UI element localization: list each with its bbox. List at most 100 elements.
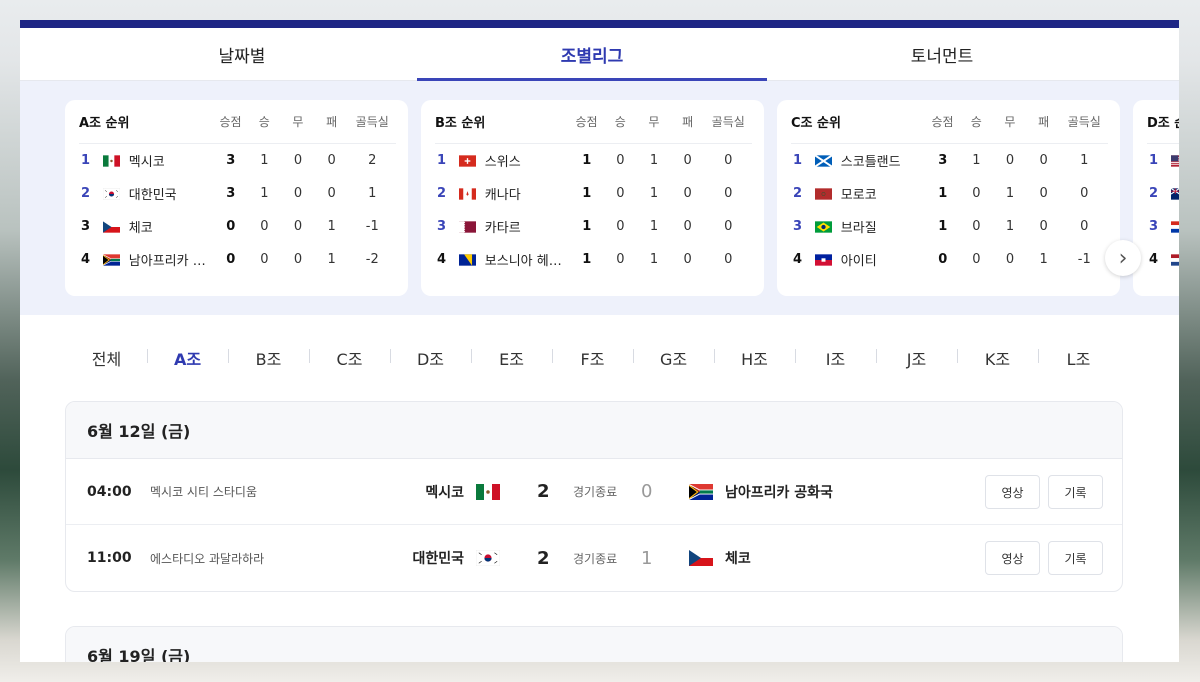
group-filter-item[interactable]: H조 bbox=[714, 346, 795, 370]
team-losses: 0 bbox=[327, 153, 336, 168]
tab-tournament[interactable]: 토너먼트 bbox=[767, 28, 1117, 80]
group-filter-item[interactable]: A조 bbox=[147, 346, 228, 370]
mexico-flag bbox=[476, 483, 500, 500]
standings-row[interactable]: 4 bbox=[1147, 243, 1179, 276]
match-row[interactable]: 04:00 멕시코 시티 스타디움 멕시코 2 경기종료 0 남아프리카 공화국 영상 기록 bbox=[66, 459, 1122, 525]
team-losses: 0 bbox=[683, 252, 692, 267]
standings-row[interactable]: 3 bbox=[1147, 210, 1179, 243]
group-filter-item[interactable]: L조 bbox=[1038, 346, 1119, 370]
team-points: 0 bbox=[226, 219, 236, 234]
standings-row[interactable]: 4 보스니아 헤르... 1 0 1 0 0 bbox=[435, 243, 752, 276]
worldcup-panel: 날짜별 조별리그 토너먼트 A조 순위 승점 승 무 패 골득실 1 멕시코 3 1 0 0 2 2 대한민… bbox=[20, 20, 1179, 662]
standings-row[interactable]: 3 카타르 1 0 1 0 0 bbox=[435, 210, 752, 243]
czech-flag bbox=[689, 550, 713, 566]
team-losses: 1 bbox=[1039, 252, 1048, 267]
team-wins: 0 bbox=[972, 186, 981, 201]
group-filter-all[interactable]: 전체 bbox=[66, 346, 147, 370]
team-losses: 0 bbox=[683, 186, 692, 201]
group-filter-item[interactable]: J조 bbox=[876, 346, 957, 370]
team-draws: 0 bbox=[293, 153, 303, 168]
team-points: 3 bbox=[226, 186, 236, 201]
team-draws: 0 bbox=[293, 252, 303, 267]
korea-flag bbox=[102, 187, 120, 200]
standings-title: C조 순위 bbox=[791, 116, 841, 131]
team-rank: 2 bbox=[81, 186, 91, 201]
record-button[interactable]: 기록 bbox=[1048, 541, 1103, 575]
team-points: 3 bbox=[226, 153, 236, 168]
team-wins: 0 bbox=[260, 219, 269, 234]
team-wins: 0 bbox=[616, 186, 625, 201]
team-wins: 1 bbox=[972, 153, 981, 168]
team-rank: 3 bbox=[437, 219, 447, 234]
team-name: 체코 bbox=[128, 221, 153, 236]
home-score: 2 bbox=[537, 481, 550, 502]
standings-header: D조 순위승점승무패골득실 bbox=[1147, 100, 1179, 144]
standings-row[interactable]: 3 체코 0 0 0 1 -1 bbox=[79, 210, 396, 243]
record-button[interactable]: 기록 bbox=[1048, 475, 1103, 509]
standings-row[interactable]: 1 스위스 1 0 1 0 0 bbox=[435, 144, 752, 177]
standings-header: B조 순위 승점 승 무 패 골득실 bbox=[435, 100, 752, 144]
group-filter-item[interactable]: D조 bbox=[390, 346, 471, 370]
standings-row[interactable]: 2 대한민국 3 1 0 0 1 bbox=[79, 177, 396, 210]
netherlands-flag bbox=[1170, 253, 1179, 266]
team-goal-diff: 0 bbox=[724, 153, 733, 168]
match-row[interactable]: 11:00 에스타디오 과달라하라 대한민국 2 경기종료 1 체코 영상 기록 bbox=[66, 525, 1122, 591]
team-points: 1 bbox=[582, 219, 592, 234]
haiti-flag bbox=[814, 253, 832, 266]
tab-group-stage[interactable]: 조별리그 bbox=[417, 28, 767, 81]
team-rank: 2 bbox=[437, 186, 447, 201]
team-goal-diff: 1 bbox=[368, 186, 377, 201]
carousel-next-button[interactable]: › bbox=[1105, 240, 1141, 276]
standings-row[interactable]: 4 남아프리카 공... 0 0 0 1 -2 bbox=[79, 243, 396, 276]
team-draws: 1 bbox=[1005, 186, 1015, 201]
group-filter-item[interactable]: K조 bbox=[957, 346, 1038, 370]
group-filter-item[interactable]: G조 bbox=[633, 346, 714, 370]
standings-row[interactable]: 1 bbox=[1147, 144, 1179, 177]
team-wins: 1 bbox=[260, 186, 269, 201]
standings-row[interactable]: 1 멕시코 3 1 0 0 2 bbox=[79, 144, 396, 177]
standings-row[interactable]: 1 스코틀랜드 3 1 0 0 1 bbox=[791, 144, 1108, 177]
team-name: 남아프리카 공... bbox=[128, 254, 214, 269]
standings-row[interactable]: 2 모로코 1 0 1 0 0 bbox=[791, 177, 1108, 210]
group-filter-item[interactable]: F조 bbox=[552, 346, 633, 370]
standings-row[interactable]: 2 캐나다 1 0 1 0 0 bbox=[435, 177, 752, 210]
team-rank: 2 bbox=[1149, 186, 1159, 201]
standings-row[interactable]: 2 bbox=[1147, 177, 1179, 210]
bosnia-flag bbox=[458, 253, 476, 266]
team-rank: 1 bbox=[793, 153, 803, 168]
team-wins: 1 bbox=[260, 153, 269, 168]
group-filter-item[interactable]: B조 bbox=[228, 346, 309, 370]
away-score: 1 bbox=[641, 547, 653, 569]
team-rank: 4 bbox=[437, 252, 447, 267]
team-wins: 0 bbox=[616, 153, 625, 168]
team-losses: 0 bbox=[1039, 186, 1048, 201]
group-filter-item[interactable]: I조 bbox=[795, 346, 876, 370]
standings-card: B조 순위 승점 승 무 패 골득실 1 스위스 1 0 1 0 0 2 캐나다 1 0 1 0 0 3 카타르 1 0 1 0 0… bbox=[421, 100, 764, 296]
standings-card: C조 순위 승점 승 무 패 골득실 1 스코틀랜드 3 1 0 0 1 2 모로코 1 0 1 0 0 3 브라질 1 0 1… bbox=[777, 100, 1120, 296]
tab-by-date[interactable]: 날짜별 bbox=[67, 28, 417, 80]
team-losses: 1 bbox=[327, 219, 336, 234]
away-score: 0 bbox=[641, 481, 653, 502]
team-rank: 1 bbox=[81, 153, 91, 168]
view-tabs: 날짜별 조별리그 토너먼트 bbox=[20, 28, 1179, 81]
header-losses: 패 bbox=[682, 115, 694, 129]
standings-header: A조 순위 승점 승 무 패 골득실 bbox=[79, 100, 396, 144]
video-button[interactable]: 영상 bbox=[985, 541, 1040, 575]
south-africa-flag bbox=[688, 483, 714, 500]
standings-card: D조 순위승점승무패골득실 1 2 3 4 bbox=[1133, 100, 1179, 296]
header-points: 승점 bbox=[931, 115, 954, 129]
video-button[interactable]: 영상 bbox=[985, 475, 1040, 509]
group-filter-item[interactable]: E조 bbox=[471, 346, 552, 370]
team-draws: 0 bbox=[1005, 153, 1015, 168]
group-filter-item[interactable]: C조 bbox=[309, 346, 390, 370]
header-points: 승점 bbox=[219, 115, 242, 129]
team-losses: 0 bbox=[683, 153, 692, 168]
match-date: 6월 12일 (금) bbox=[66, 402, 1122, 459]
team-goal-diff: 2 bbox=[368, 153, 377, 168]
team-losses: 0 bbox=[683, 219, 692, 234]
top-accent-bar bbox=[20, 20, 1179, 28]
standings-row[interactable]: 3 브라질 1 0 1 0 0 bbox=[791, 210, 1108, 243]
team-goal-diff: 0 bbox=[724, 186, 733, 201]
standings-row[interactable]: 4 아이티 0 0 0 1 -1 bbox=[791, 243, 1108, 276]
team-points: 1 bbox=[582, 186, 592, 201]
